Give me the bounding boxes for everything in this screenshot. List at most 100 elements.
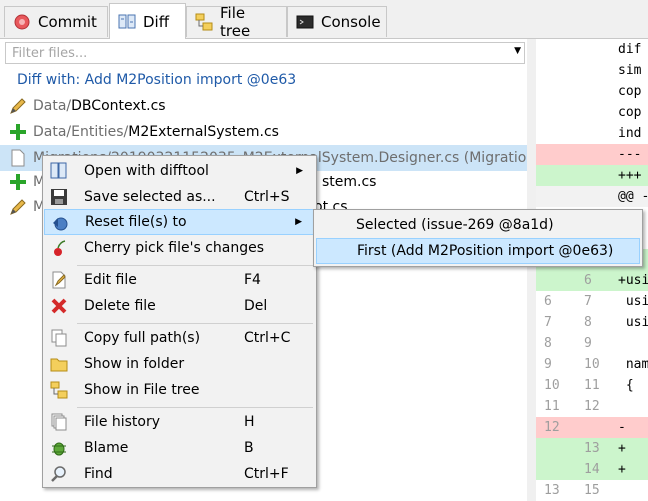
diff-code: +usi — [618, 273, 648, 288]
file-row[interactable]: Data/Entities/M2ExternalSystem.cs — [0, 119, 527, 145]
menu-separator — [77, 265, 313, 266]
diff-line: cop — [536, 81, 648, 102]
menu-save-selected-as[interactable]: Save selected as... Ctrl+S — [44, 184, 315, 210]
pane-splitter[interactable] — [527, 39, 536, 501]
line-number: 11 — [544, 399, 560, 414]
menu-shortcut: H — [244, 414, 255, 430]
menu-label: Reset file(s) to — [85, 214, 187, 230]
added-icon — [9, 173, 27, 191]
tab-file-tree[interactable]: File tree — [186, 4, 287, 40]
line-number: 13 — [544, 483, 560, 498]
line-number: 11 — [584, 378, 600, 393]
file-dir: Data/ — [33, 98, 72, 114]
menu-shortcut: B — [244, 440, 254, 456]
filter-dropdown-icon[interactable]: ▼ — [514, 46, 521, 56]
line-number: 8 — [584, 315, 592, 330]
tab-file-tree-label: File tree — [220, 4, 251, 40]
commit-icon — [13, 13, 31, 31]
diff-code: + — [618, 462, 626, 477]
menu-label: Delete file — [84, 298, 156, 314]
diff-line: sim — [536, 60, 648, 81]
tab-console-label: Console — [321, 13, 381, 31]
diff-code: --- — [618, 147, 642, 162]
diff-code: sim — [618, 63, 642, 78]
diff-line: dif — [536, 39, 648, 60]
diff-code: cop — [618, 84, 642, 99]
menu-shortcut: Ctrl+C — [244, 330, 291, 346]
diff-line: 9 10 nam — [536, 354, 648, 375]
menu-label: Find — [84, 466, 113, 482]
menu-edit-file[interactable]: Edit file F4 — [44, 267, 315, 293]
delete-icon — [50, 297, 68, 315]
tab-bar: Commit Diff File tree Console — [0, 0, 648, 40]
diff-line: ind — [536, 123, 648, 144]
diff-with-header[interactable]: Diff with: Add M2Position import @0e63 — [17, 72, 296, 88]
menu-reset-files-to[interactable]: Reset file(s) to ▶ — [44, 209, 315, 235]
tab-commit[interactable]: Commit — [4, 6, 108, 37]
diff-icon — [118, 13, 136, 31]
menu-file-history[interactable]: File history H — [44, 409, 315, 435]
diff-line: 11 12 — [536, 396, 648, 417]
tab-diff[interactable]: Diff — [109, 3, 186, 39]
diff-code: usi — [618, 294, 648, 309]
diff-view-pane: dif sim cop cop ind --- +++ @@ - 6 +usi 6 7 usi 7 8 u… — [536, 39, 648, 501]
line-number: 7 — [544, 315, 552, 330]
history-icon — [50, 413, 68, 431]
submenu-label: First (Add M2Position import @0e63) — [357, 243, 614, 259]
line-number: 10 — [544, 378, 560, 393]
submenu-reset-to-selected[interactable]: Selected (issue-269 @8a1d) — [316, 212, 640, 238]
line-number: 9 — [584, 336, 592, 351]
diff-code: - — [618, 420, 626, 435]
modified-icon — [9, 97, 27, 115]
menu-shortcut: Ctrl+F — [244, 466, 289, 482]
console-icon — [296, 13, 314, 31]
file-name: stem.cs — [322, 174, 377, 190]
tab-console[interactable]: Console — [287, 6, 387, 37]
menu-show-in-folder[interactable]: Show in folder — [44, 351, 315, 377]
line-number: 6 — [544, 294, 552, 309]
menu-copy-full-path[interactable]: Copy full path(s) Ctrl+C — [44, 325, 315, 351]
modified-icon — [9, 198, 27, 216]
file-name: M2ExternalSystem.cs — [128, 124, 279, 140]
submenu-arrow-icon: ▶ — [296, 166, 303, 176]
save-icon — [50, 188, 68, 206]
reset-icon — [51, 214, 69, 232]
find-icon — [50, 465, 68, 483]
submenu-arrow-icon: ▶ — [295, 217, 302, 227]
folder-icon — [50, 355, 68, 373]
diff-code: usi — [618, 315, 648, 330]
menu-shortcut: F4 — [244, 272, 261, 288]
diff-line: --- — [536, 144, 648, 165]
file-tree-icon — [195, 13, 213, 31]
line-number: 14 — [584, 462, 600, 477]
menu-label: Copy full path(s) — [84, 330, 201, 346]
menu-delete-file[interactable]: Delete file Del — [44, 293, 315, 319]
blame-icon — [50, 439, 68, 457]
diff-line: 7 8 usi — [536, 312, 648, 333]
menu-cherry-pick[interactable]: Cherry pick file's changes — [44, 235, 315, 261]
file-row[interactable]: Data/DBContext.cs — [0, 93, 527, 119]
line-number: 7 — [584, 294, 592, 309]
file-icon — [9, 149, 27, 167]
menu-blame[interactable]: Blame B — [44, 435, 315, 461]
diff-line: 12 - — [536, 417, 648, 438]
filter-files-input[interactable] — [6, 43, 506, 63]
submenu-reset-to-first[interactable]: First (Add M2Position import @0e63) — [316, 238, 640, 264]
copy-icon — [50, 329, 68, 347]
line-number: 13 — [584, 441, 600, 456]
filter-files-box: ▼ — [5, 42, 525, 64]
menu-open-with-difftool[interactable]: Open with difftool ▶ — [44, 158, 315, 184]
menu-show-in-file-tree[interactable]: Show in File tree — [44, 377, 315, 403]
diff-code: +++ — [618, 168, 642, 183]
diff-line: 13 15 — [536, 480, 648, 501]
menu-separator — [77, 407, 313, 408]
menu-label: Show in File tree — [84, 382, 200, 398]
menu-separator — [77, 323, 313, 324]
diff-code: nam — [618, 357, 648, 372]
menu-find[interactable]: Find Ctrl+F — [44, 461, 315, 487]
file-name: DBContext.cs — [71, 98, 166, 114]
tab-commit-label: Commit — [38, 13, 97, 31]
diff-line: 89 — [536, 333, 648, 354]
submenu-label: Selected (issue-269 @8a1d) — [356, 217, 554, 233]
line-number: 6 — [584, 273, 592, 288]
